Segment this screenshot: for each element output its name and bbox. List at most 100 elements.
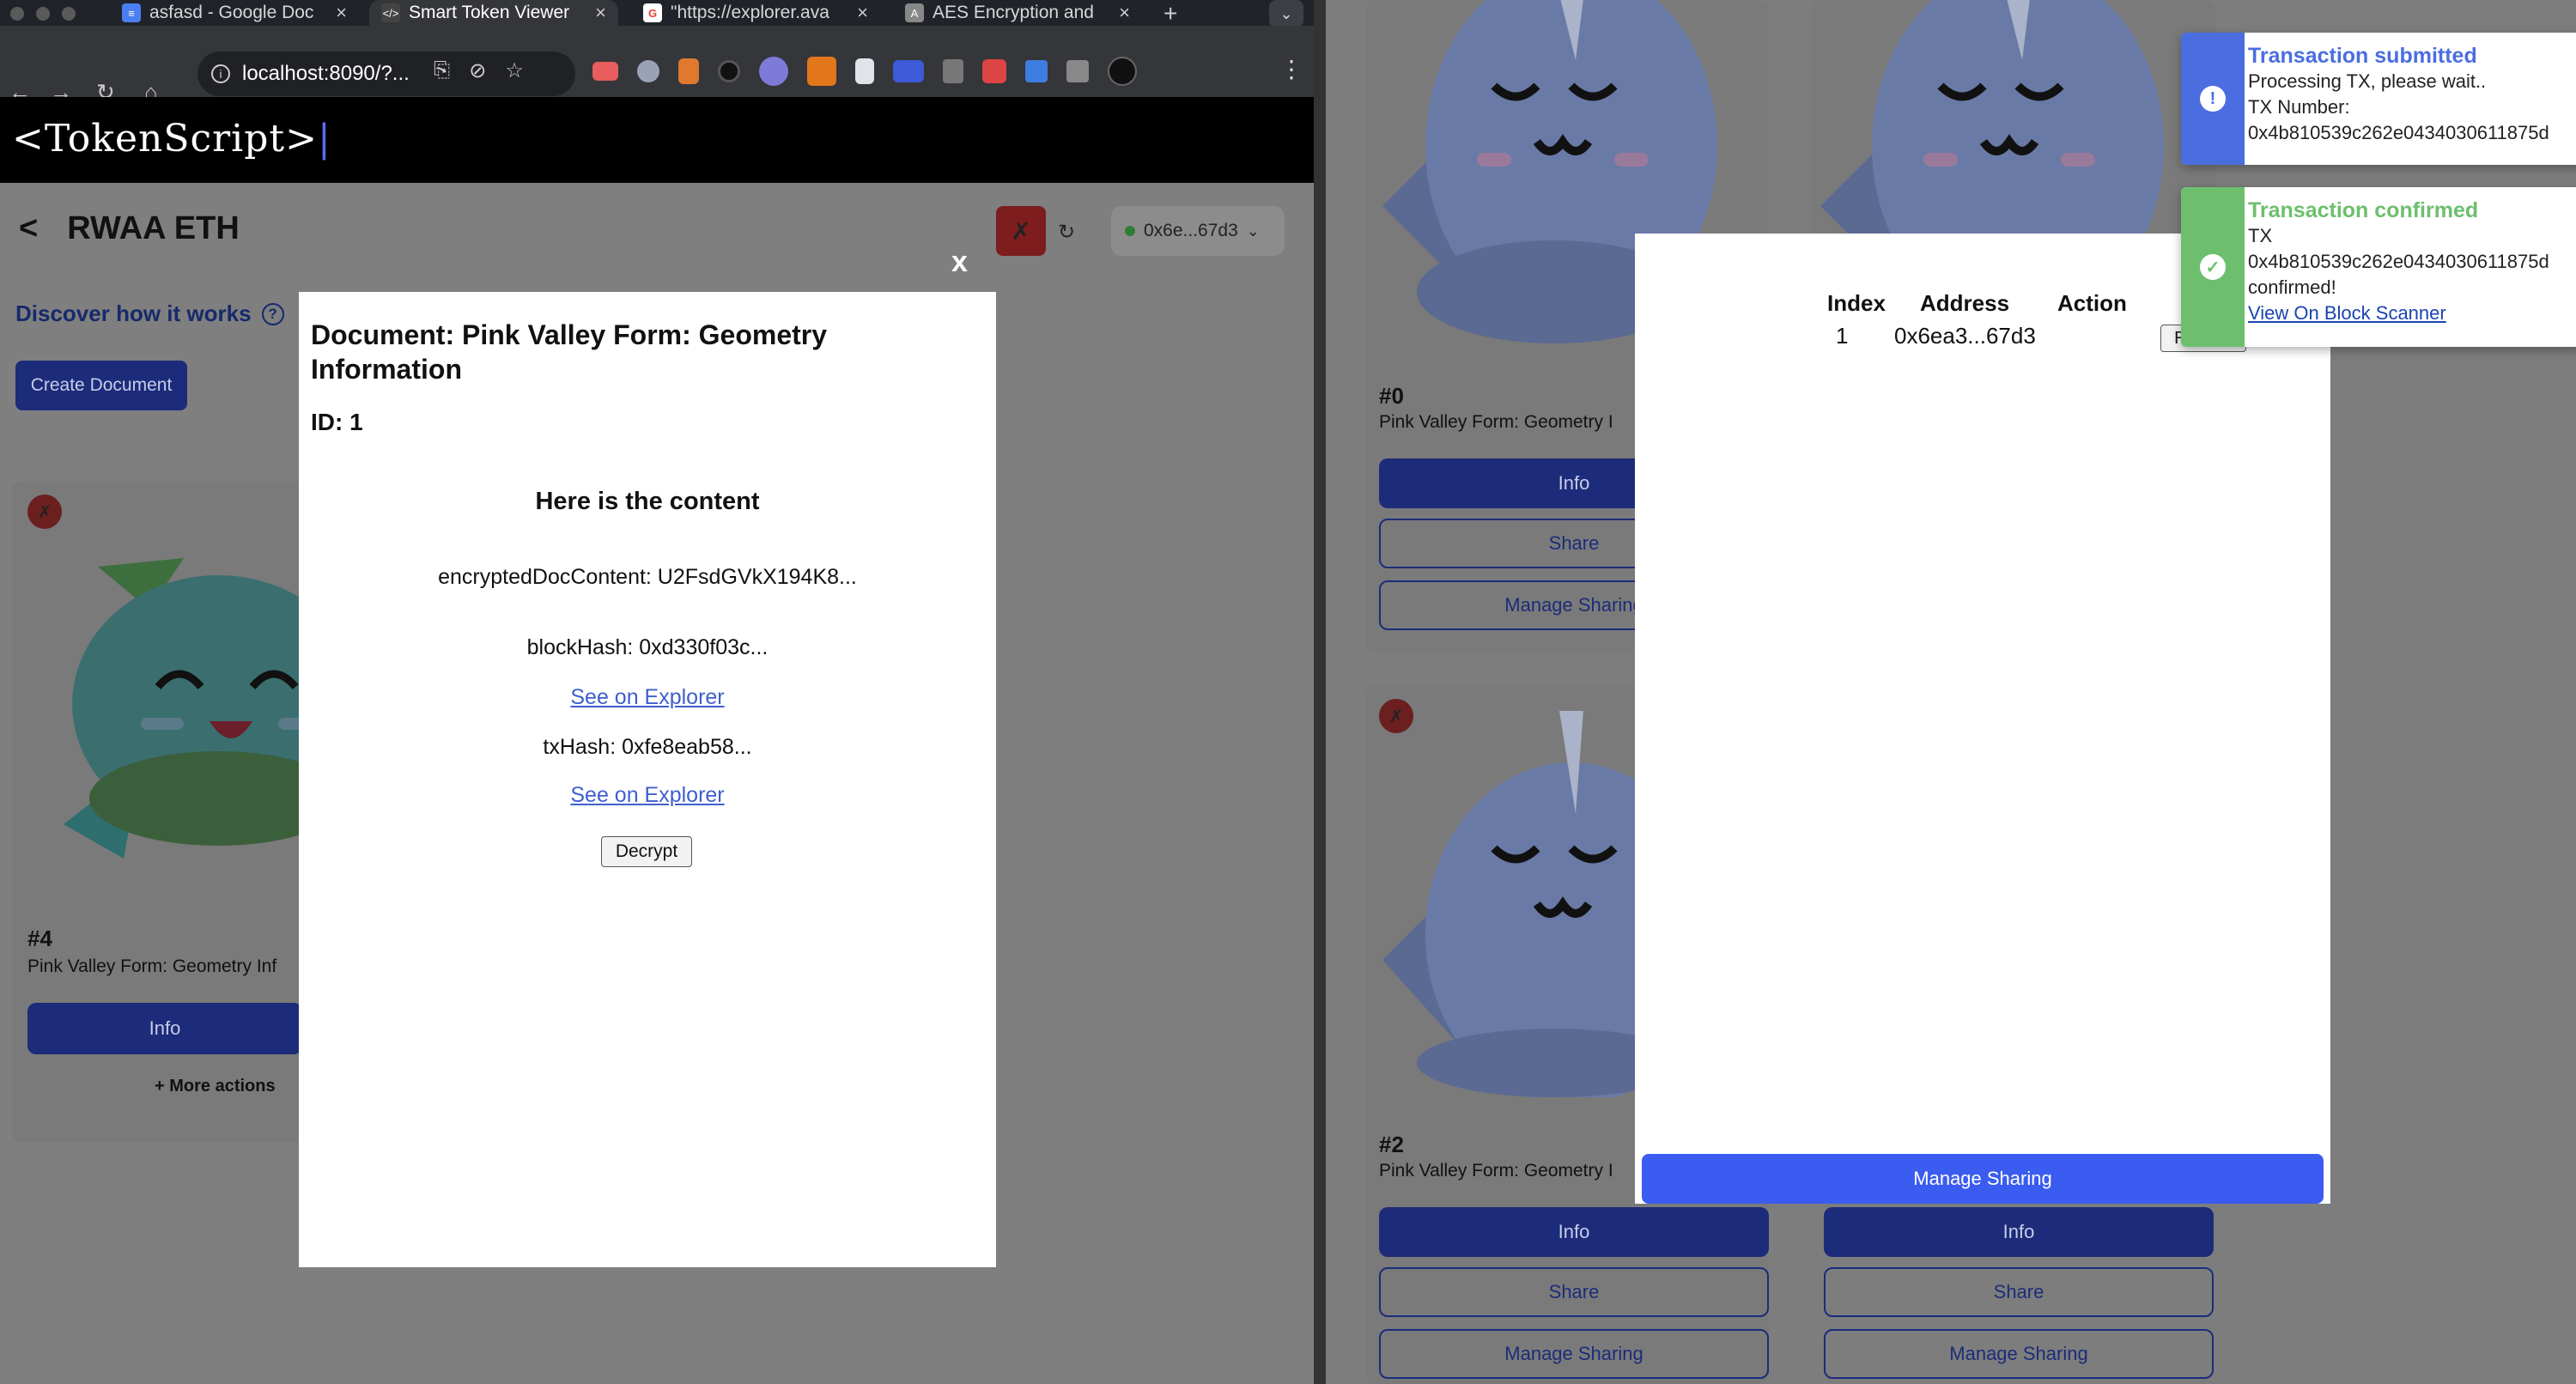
eye-off-icon[interactable]: ⊘: [469, 58, 486, 83]
star-icon[interactable]: ☆: [505, 58, 524, 83]
more-actions-button[interactable]: + More actions: [155, 1077, 276, 1096]
toast-title: Transaction submitted: [2248, 44, 2477, 68]
toast-accent: ✓: [2181, 187, 2245, 347]
toast-line: TX: [2248, 225, 2273, 246]
extension-icon[interactable]: [1025, 60, 1048, 82]
tab-label: Smart Token Viewer: [409, 3, 570, 22]
google-icon: G: [643, 3, 662, 22]
column-header-index: Index: [1827, 290, 1886, 316]
extension-icon[interactable]: [718, 60, 740, 82]
token-title: RWAA ETH: [67, 210, 240, 246]
tab-label: "https://explorer.ava: [671, 3, 829, 22]
encrypted-content: encryptedDocContent: U2FsdGVkX194K8...: [438, 565, 857, 589]
install-icon[interactable]: ⎘: [434, 58, 450, 83]
card-status-x[interactable]: ✗: [27, 495, 62, 529]
aes-icon: A: [905, 3, 924, 22]
code-icon: </>: [381, 3, 400, 22]
left-browser-window: ≡ asfasd - Google Doc × </> Smart Token …: [0, 0, 1314, 1384]
info-button[interactable]: Info: [1379, 1207, 1769, 1257]
metamask-icon[interactable]: [807, 57, 836, 86]
extension-icon[interactable]: [943, 59, 963, 83]
check-icon: ✓: [2200, 254, 2226, 280]
extension-icon[interactable]: [678, 58, 699, 84]
toast-line: 0x4b810539c262e0434030611875d: [2248, 122, 2549, 143]
extension-icon[interactable]: [759, 57, 788, 86]
content-heading: Here is the content: [535, 488, 760, 515]
card-name: Pink Valley Form: Geometry I: [1379, 1161, 1613, 1181]
close-icon[interactable]: ×: [336, 2, 347, 24]
tab-label: AES Encryption and: [933, 3, 1094, 22]
tab-strip: ≡ asfasd - Google Doc × </> Smart Token …: [0, 0, 1314, 27]
row-index: 1: [1836, 323, 1849, 349]
connected-dot: [1125, 226, 1135, 236]
document-id: ID: 1: [311, 409, 363, 435]
share-button[interactable]: Share: [1824, 1267, 2214, 1317]
url-text: localhost:8090/?...: [242, 62, 410, 85]
create-document-button[interactable]: Create Document: [15, 361, 187, 410]
docs-icon: ≡: [122, 3, 141, 22]
toast-title: Transaction confirmed: [2248, 198, 2479, 222]
back-button[interactable]: <: [19, 210, 38, 247]
manage-sharing-modal: Index Address Action 1 0x6ea3...67d3 Rev…: [1635, 234, 2330, 1204]
manage-sharing-button[interactable]: Manage Sharing: [1379, 1329, 1769, 1379]
omnibox-actions: ⎘ ⊘ ☆: [434, 58, 524, 83]
status-x-button[interactable]: ✗: [996, 206, 1046, 256]
kebab-menu-icon[interactable]: ⋮: [1279, 55, 1303, 83]
chevron-down-icon: ⌄: [1246, 222, 1260, 240]
card-number: #2: [1379, 1132, 1404, 1157]
toast-transaction-submitted: ! Transaction submitted Processing TX, p…: [2181, 33, 2576, 165]
puzzle-icon[interactable]: [1066, 60, 1089, 82]
share-button[interactable]: Share: [1379, 1267, 1769, 1317]
help-icon: ?: [261, 302, 284, 325]
toast-accent: !: [2181, 33, 2245, 165]
tab-explorer[interactable]: G "https://explorer.ava ×: [631, 0, 880, 26]
window-controls[interactable]: [10, 7, 76, 21]
toast-line: Processing TX, please wait..: [2248, 70, 2487, 92]
card-status-x[interactable]: ✗: [1379, 699, 1413, 733]
info-button[interactable]: Info: [1824, 1207, 2214, 1257]
discover-label: Discover how it works: [15, 300, 252, 326]
info-button[interactable]: Info: [27, 1003, 302, 1054]
refresh-icon[interactable]: ↻: [1058, 220, 1075, 245]
block-hash: blockHash: 0xd330f03c...: [526, 635, 769, 659]
close-icon[interactable]: ×: [857, 2, 868, 24]
extension-icon[interactable]: [893, 60, 924, 82]
page-title: < RWAA ETH: [19, 210, 240, 247]
shield-icon[interactable]: [855, 58, 874, 84]
window-divider: [1314, 0, 1326, 1384]
wallet-button[interactable]: 0x6e...67d3 ⌄: [1111, 206, 1285, 256]
close-icon[interactable]: ×: [595, 2, 606, 24]
close-icon[interactable]: ×: [1119, 2, 1130, 24]
tab-google-doc[interactable]: ≡ asfasd - Google Doc ×: [110, 0, 359, 26]
manage-sharing-button[interactable]: Manage Sharing: [1824, 1329, 2214, 1379]
tab-smart-token-viewer[interactable]: </> Smart Token Viewer ×: [369, 0, 618, 26]
toast-transaction-confirmed: ✓ Transaction confirmed TX 0x4b810539c26…: [2181, 187, 2576, 347]
tab-aes[interactable]: A AES Encryption and ×: [893, 0, 1142, 26]
block-scanner-link[interactable]: View On Block Scanner: [2248, 300, 2576, 326]
wallet-address: 0x6e...67d3: [1144, 221, 1238, 240]
document-modal: Document: Pink Valley Form: Geometry Inf…: [299, 292, 996, 1267]
row-address: 0x6ea3...67d3: [1894, 323, 2036, 349]
tab-search-button[interactable]: ⌄: [1269, 0, 1303, 27]
column-header-action: Action: [2057, 290, 2127, 316]
tab-label: asfasd - Google Doc: [149, 3, 314, 22]
decrypt-button[interactable]: Decrypt: [601, 836, 692, 867]
card-number: #0: [1379, 383, 1404, 409]
extension-icon[interactable]: [592, 62, 618, 81]
explorer-link-block[interactable]: See on Explorer: [299, 685, 996, 710]
tokenscript-logo: <TokenScript>|: [12, 117, 331, 161]
manage-sharing-submit-button[interactable]: Manage Sharing: [1642, 1154, 2324, 1204]
new-tab-button[interactable]: +: [1163, 0, 1177, 27]
discover-link[interactable]: Discover how it works ?: [15, 300, 284, 327]
tx-hash: txHash: 0xfe8eab58...: [543, 735, 752, 759]
explorer-link-tx[interactable]: See on Explorer: [299, 783, 996, 808]
card-name: Pink Valley Form: Geometry I: [1379, 412, 1613, 432]
extension-icon[interactable]: [637, 60, 659, 82]
close-modal-button[interactable]: x: [951, 246, 968, 279]
column-header-address: Address: [1920, 290, 2010, 316]
site-info-icon[interactable]: i: [211, 64, 230, 83]
toast-line: 0x4b810539c262e0434030611875d: [2248, 251, 2549, 272]
extension-icon[interactable]: [982, 59, 1006, 83]
toast-line: confirmed!: [2248, 276, 2336, 298]
avatar[interactable]: [1108, 57, 1137, 86]
